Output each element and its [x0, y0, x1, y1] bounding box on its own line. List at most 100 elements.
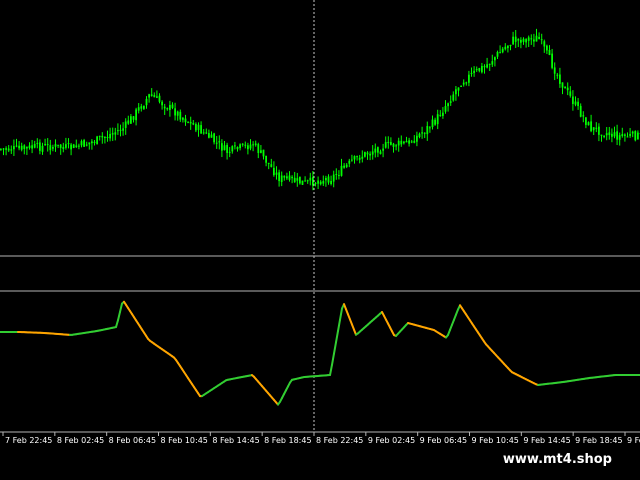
candle-body	[200, 125, 202, 134]
candle-body	[509, 44, 512, 47]
candle-body	[577, 101, 579, 107]
candle-body	[455, 89, 457, 95]
candle-body	[605, 133, 608, 136]
candle-body	[44, 143, 46, 146]
candle-body	[247, 145, 249, 150]
candle-body	[33, 144, 36, 148]
candle-body	[330, 180, 332, 185]
candle-body	[109, 133, 111, 139]
candle-body	[36, 142, 39, 144]
candle-body	[595, 127, 598, 129]
candle-body	[351, 159, 353, 161]
candle-body	[93, 141, 96, 143]
candle-body	[366, 152, 369, 155]
candle-body	[548, 49, 551, 55]
candle-body	[163, 106, 166, 109]
candle-body	[257, 144, 260, 154]
candle-body	[535, 35, 538, 42]
candle-body	[384, 142, 387, 148]
candle-body	[309, 177, 312, 181]
candle-body	[356, 156, 358, 158]
candle-body	[72, 144, 75, 148]
candle-body	[249, 144, 252, 149]
candle-body	[512, 36, 514, 45]
candle-body	[460, 85, 462, 87]
candle-body	[468, 74, 470, 83]
candle-body	[283, 175, 286, 178]
candle-body	[114, 132, 117, 135]
candle-body	[621, 134, 624, 137]
candle-body	[553, 67, 556, 74]
candle-body	[379, 151, 382, 155]
trading-chart: 7 Feb 22:45 8 Feb 02:45 8 Feb 06:45 8 Feb 1…	[0, 0, 640, 480]
chart-background	[0, 0, 640, 480]
candle-body	[551, 53, 553, 68]
candle-body	[543, 41, 546, 47]
candle-body	[369, 153, 371, 156]
candle-body	[132, 116, 135, 120]
candle-body	[96, 136, 98, 145]
candle-body	[260, 150, 262, 153]
candle-body	[556, 74, 559, 76]
candle-body	[231, 146, 234, 152]
candle-body	[221, 143, 223, 151]
candle-body	[423, 132, 426, 134]
candle-body	[413, 140, 416, 143]
candle-body	[525, 39, 527, 43]
candle-body	[273, 167, 275, 176]
candle-body	[236, 147, 239, 150]
candle-body	[400, 140, 403, 145]
candle-body	[603, 135, 605, 137]
candle-body	[478, 68, 481, 71]
candle-body	[481, 66, 483, 73]
candle-body	[111, 133, 114, 135]
candle-body	[613, 132, 616, 137]
candle-body	[244, 144, 247, 146]
candle-body	[470, 72, 473, 74]
candle-body	[527, 37, 530, 41]
candle-body	[31, 145, 33, 149]
candle-body	[148, 94, 150, 98]
candle-body	[392, 143, 395, 147]
time-tick-label: 8 Feb 06:45	[109, 436, 156, 445]
candle-body	[314, 182, 317, 185]
candle-body	[192, 123, 195, 125]
candle-body	[418, 133, 421, 138]
candle-body	[618, 135, 621, 140]
candle-body	[364, 152, 366, 157]
candle-body	[514, 36, 517, 42]
candle-body	[582, 115, 585, 117]
candle-body	[403, 141, 405, 144]
candle-body	[119, 129, 122, 131]
candle-body	[504, 46, 507, 50]
candle-body	[592, 127, 595, 131]
candle-body	[631, 131, 634, 134]
candle-body	[293, 177, 296, 183]
candle-body	[327, 176, 330, 183]
candle-body	[158, 95, 161, 102]
candle-body	[488, 63, 491, 65]
candle-body	[338, 174, 340, 176]
candle-body	[122, 128, 124, 131]
candle-body	[569, 91, 572, 96]
candle-body	[101, 135, 104, 138]
candle-body	[491, 61, 494, 65]
time-tick-label: 8 Feb 14:45	[212, 436, 259, 445]
candle-body	[54, 144, 57, 147]
candle-body	[195, 124, 197, 131]
candle-body	[561, 82, 564, 88]
candle-body	[166, 108, 169, 110]
candle-body	[218, 141, 221, 143]
candle-body	[564, 86, 566, 89]
candle-body	[306, 180, 309, 182]
candle-body	[483, 66, 486, 68]
candle-body	[23, 145, 26, 149]
candle-body	[213, 133, 215, 143]
candle-body	[210, 134, 213, 138]
candle-body	[291, 176, 293, 179]
candle-body	[49, 145, 52, 151]
candle-body	[444, 106, 447, 112]
candle-body	[267, 162, 270, 164]
candle-body	[387, 141, 390, 144]
candle-body	[439, 114, 442, 116]
